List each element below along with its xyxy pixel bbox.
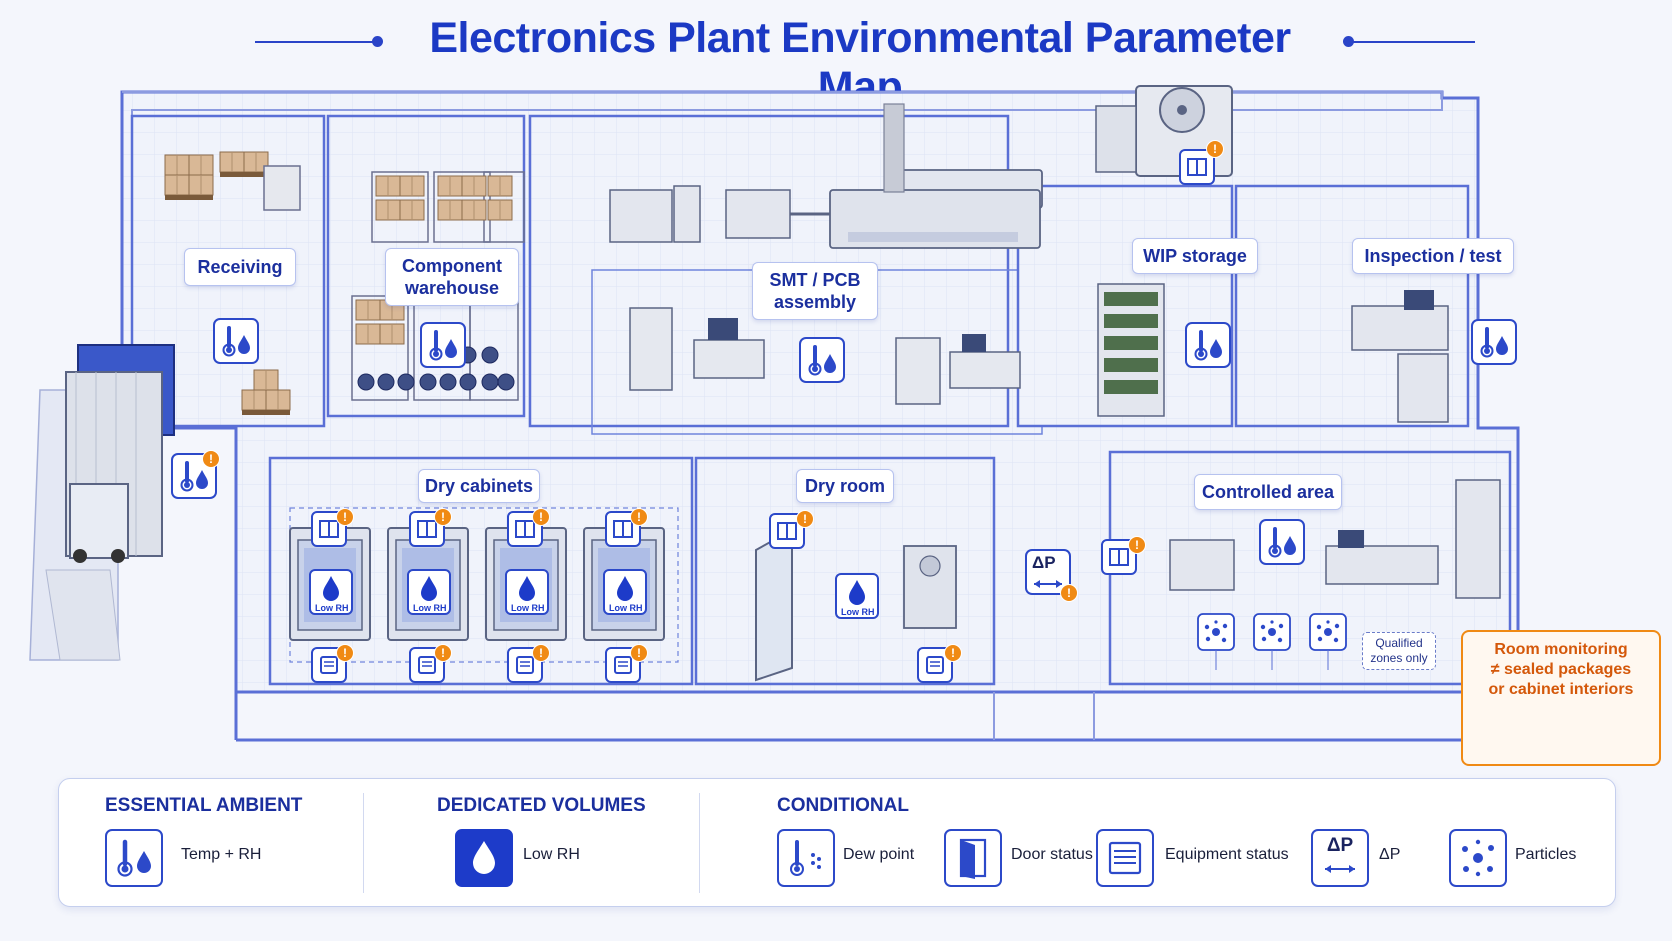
alert-icon: ! [1128, 536, 1146, 554]
legend-item-delta-p: ΔP [1379, 846, 1401, 863]
qualified-zones-note: Qualified zones only [1362, 632, 1436, 670]
alert-icon: ! [1206, 140, 1224, 158]
alert-icon: ! [944, 644, 962, 662]
low-rh-tag-dry-room: Low RH [841, 607, 875, 617]
alert-icon: ! [630, 644, 648, 662]
qualified-zones-line1: Qualified [1375, 636, 1423, 650]
callout-text: Room monitoring ≠ sealed packages or cab… [1463, 640, 1659, 700]
zone-label-component-warehouse-line1: Component [402, 256, 502, 276]
alert-icon: ! [532, 508, 550, 526]
low-rh-tag-cabinet-1: Low RH [315, 603, 349, 613]
alert-icon: ! [1060, 584, 1078, 602]
legend-item-low-rh: Low RH [523, 846, 580, 863]
particles-icon [1449, 829, 1507, 887]
alert-icon: ! [336, 508, 354, 526]
controlled-temp-rh-icon [1258, 518, 1306, 566]
zone-label-smt-line2: assembly [773, 292, 857, 312]
callout-line2: ≠ sealed packages [1490, 661, 1632, 678]
callout-line3: or cabinet interiors [1488, 681, 1634, 698]
zone-label-component-warehouse: Component warehouse [385, 248, 519, 306]
legend-panel: ESSENTIAL AMBIENT Temp + RH DEDICATED VO… [58, 778, 1616, 907]
legend-item-dew-point: Dew point [843, 846, 915, 863]
receiving-temp-rh-icon [212, 317, 260, 365]
legend-heading-essential: ESSENTIAL AMBIENT [105, 795, 303, 816]
delta-p-icon: ΔP [1311, 829, 1369, 887]
alert-icon: ! [336, 644, 354, 662]
legend-divider [363, 793, 364, 893]
legend-divider [699, 793, 700, 893]
zone-label-wip-storage: WIP storage [1132, 238, 1258, 274]
qualified-zones-line2: zones only [1370, 651, 1428, 665]
legend-heading-conditional: CONDITIONAL [777, 795, 909, 816]
legend-item-particles: Particles [1515, 846, 1577, 863]
thermometer-droplet-icon [105, 829, 163, 887]
door-icon [944, 829, 1002, 887]
zone-label-dry-cabinets: Dry cabinets [418, 469, 540, 503]
alert-icon: ! [532, 644, 550, 662]
legend-item-equipment-status: Equipment status [1165, 846, 1289, 863]
alert-icon: ! [796, 510, 814, 528]
low-rh-tag-cabinet-3: Low RH [511, 603, 545, 613]
zone-label-component-warehouse-line2: warehouse [404, 278, 500, 298]
zone-label-smt-assembly: SMT / PCB assembly [752, 262, 878, 320]
warehouse-temp-rh-icon [419, 321, 467, 369]
droplet-icon [455, 829, 513, 887]
alert-icon: ! [202, 450, 220, 468]
room-monitoring-callout: Room monitoring ≠ sealed packages or cab… [1461, 630, 1661, 766]
inspection-temp-rh-icon [1470, 318, 1518, 366]
low-rh-tag-cabinet-4: Low RH [609, 603, 643, 613]
callout-line1: Room monitoring [1494, 641, 1628, 658]
zone-label-receiving: Receiving [184, 248, 296, 286]
alert-icon: ! [434, 508, 452, 526]
legend-item-door-status: Door status [1011, 846, 1093, 863]
zone-label-smt-line1: SMT / PCB [769, 270, 861, 290]
alert-icon: ! [434, 644, 452, 662]
zone-label-inspection-test: Inspection / test [1352, 238, 1514, 274]
delta-p-map-label: ΔP [1032, 553, 1056, 572]
equipment-icon [1096, 829, 1154, 887]
smt-temp-rh-icon [798, 336, 846, 384]
low-rh-tag-cabinet-2: Low RH [413, 603, 447, 613]
zone-label-controlled-area: Controlled area [1194, 474, 1342, 510]
legend-item-temp-rh: Temp + RH [181, 846, 262, 863]
alert-icon: ! [630, 508, 648, 526]
legend-heading-dedicated: DEDICATED VOLUMES [437, 795, 646, 816]
dew-point-icon [777, 829, 835, 887]
wip-temp-rh-icon [1184, 321, 1232, 369]
zone-label-dry-room: Dry room [796, 469, 894, 503]
